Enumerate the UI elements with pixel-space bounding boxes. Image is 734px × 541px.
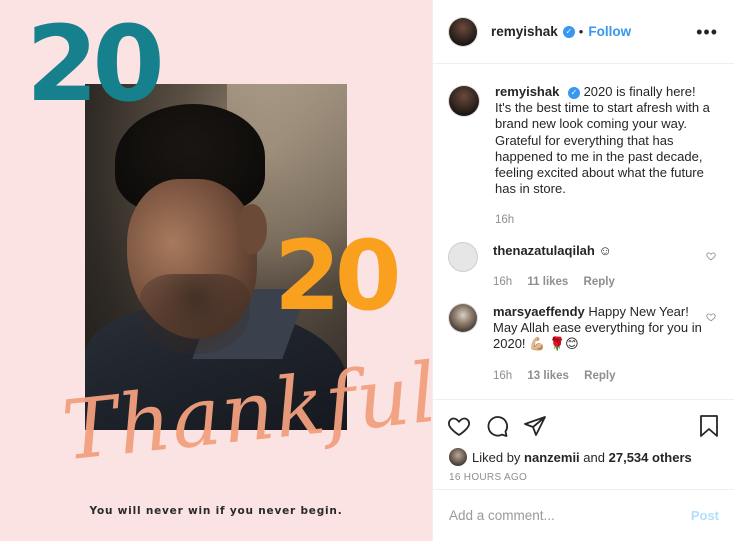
tagline: You will never win if you never begin. <box>89 505 343 517</box>
comment-username[interactable]: thenazatulaqilah <box>493 243 595 258</box>
follow-button[interactable]: Follow <box>588 24 631 39</box>
more-options-icon[interactable]: ••• <box>696 23 718 41</box>
post-header: remyishak ✓ • Follow ••• <box>433 0 734 64</box>
comment-icon[interactable] <box>485 414 509 438</box>
share-icon[interactable] <box>523 414 547 438</box>
reply-button[interactable]: Reply <box>584 276 615 288</box>
post-image[interactable]: 20 20 Thankful You will never win if you… <box>0 0 432 541</box>
verified-badge-icon: ✓ <box>567 87 580 99</box>
comment-like-icon[interactable] <box>706 312 716 322</box>
caption-avatar[interactable] <box>449 86 479 116</box>
likes-and: and <box>583 449 605 465</box>
year-number-middle: 20 <box>274 220 402 332</box>
author-username[interactable]: remyishak <box>491 24 558 39</box>
likes-others[interactable]: 27,534 others <box>609 450 692 465</box>
add-comment-bar: Add a comment... Post <box>433 489 734 541</box>
comment-likes[interactable]: 13 likes <box>527 370 569 382</box>
comment-meta: 16h 11 likes Reply <box>493 274 713 290</box>
comment-username[interactable]: marsyaeffendy <box>493 304 585 319</box>
action-bar <box>433 406 734 446</box>
post-button[interactable]: Post <box>691 508 719 523</box>
comment-like-icon[interactable] <box>706 251 716 261</box>
caption-meta: 16h <box>495 212 715 228</box>
comments-list[interactable]: remyishak ✓ 2020 is finally here! It's t… <box>433 64 734 400</box>
comment-meta: 16h 13 likes Reply <box>493 368 713 384</box>
verified-badge-icon: ✓ <box>562 25 575 38</box>
comment-item: marsyaeffendy Happy New Year! May Allah … <box>449 304 718 384</box>
comment-time[interactable]: 16h <box>493 276 512 288</box>
comment-likes[interactable]: 11 likes <box>527 276 568 288</box>
bookmark-icon[interactable] <box>698 414 720 438</box>
likes-summary: Liked by nanzemii and 27,534 others <box>433 446 734 468</box>
caption-username[interactable]: remyishak <box>495 84 559 99</box>
post-side-panel: remyishak ✓ • Follow ••• remyishak ✓ 202… <box>432 0 734 541</box>
heart-icon[interactable] <box>447 414 471 438</box>
caption-time[interactable]: 16h <box>495 214 514 226</box>
reply-button[interactable]: Reply <box>584 370 615 382</box>
liker-avatar[interactable] <box>449 448 467 466</box>
author-avatar[interactable] <box>449 17 477 46</box>
comment-time[interactable]: 16h <box>493 370 512 382</box>
caption-text: 2020 is finally here! It's the best time… <box>495 84 710 197</box>
comment-input[interactable]: Add a comment... <box>449 508 691 523</box>
comment-avatar[interactable] <box>449 304 477 333</box>
caption: remyishak ✓ 2020 is finally here! It's t… <box>449 84 718 229</box>
comment-text: ☺ <box>598 242 612 258</box>
comment-avatar[interactable] <box>449 242 477 271</box>
liker-username[interactable]: nanzemii <box>524 450 580 465</box>
comment-item: thenazatulaqilah ☺ 16h 11 likes Reply <box>449 242 718 290</box>
year-number-top: 20 <box>26 3 165 125</box>
likes-prefix: Liked by <box>472 449 521 465</box>
header-separator: • <box>578 24 584 39</box>
